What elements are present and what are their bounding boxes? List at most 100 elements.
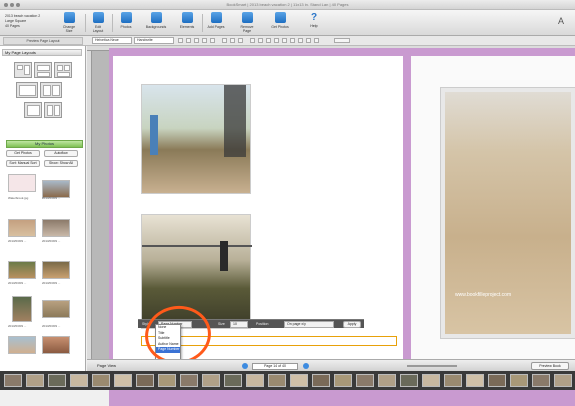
layout-thumbnail[interactable] (14, 62, 32, 78)
autoflow-button[interactable]: Autoflow (44, 150, 78, 157)
size-select[interactable]: 10 (230, 321, 248, 328)
more-format-button[interactable] (290, 38, 295, 43)
filmstrip-thumbnail[interactable] (26, 374, 44, 387)
filmstrip-thumbnail[interactable] (202, 374, 220, 387)
filmstrip-thumbnail[interactable] (290, 374, 308, 387)
photo-thumbnail[interactable] (8, 261, 36, 279)
text-color-button[interactable] (210, 38, 215, 43)
beach-photo-frame[interactable]: www.bookfilleproject.com (440, 87, 575, 339)
list-button[interactable] (258, 38, 263, 43)
filmstrip-thumbnail[interactable] (158, 374, 176, 387)
photo-thumbnail[interactable] (12, 296, 32, 322)
layout-thumbnail[interactable] (40, 82, 62, 98)
filmstrip-thumbnail[interactable] (400, 374, 418, 387)
filmstrip-thumbnail[interactable] (246, 374, 264, 387)
add-pages-button[interactable]: Add Pages (207, 12, 225, 29)
filmstrip-thumbnail[interactable] (92, 374, 110, 387)
underline-button[interactable] (202, 38, 207, 43)
photo-frame-top[interactable] (141, 84, 251, 194)
remove-page-button[interactable]: Remove Page (236, 12, 258, 33)
photo-thumbnail[interactable] (8, 336, 36, 354)
filmstrip-thumbnail[interactable] (488, 374, 506, 387)
preview-book-button[interactable]: Preview Book (531, 362, 569, 370)
layout-thumbnail[interactable] (54, 62, 72, 78)
photo-caption: 2013/03/09 ... (42, 196, 61, 200)
page-navigation-bar: Page View Page 14 of 40 Preview Book (87, 359, 575, 371)
filmstrip-thumbnail[interactable] (312, 374, 330, 387)
filmstrip-thumbnail[interactable] (466, 374, 484, 387)
layout-thumbnail[interactable] (44, 102, 62, 118)
filmstrip-thumbnail[interactable] (48, 374, 66, 387)
get-photos-sidebar-button[interactable]: Get Photos (6, 150, 40, 157)
more-format-button[interactable] (306, 38, 311, 43)
filmstrip-thumbnail[interactable] (268, 374, 286, 387)
filmstrip-thumbnail[interactable] (444, 374, 462, 387)
filmstrip-thumbnail[interactable] (180, 374, 198, 387)
text-size-icon[interactable]: A (558, 16, 568, 26)
photo-thumbnail[interactable] (8, 174, 36, 192)
filmstrip-thumbnail[interactable] (114, 374, 132, 387)
layout-thumbnail[interactable] (16, 82, 38, 98)
change-size-button[interactable]: Change Size (60, 12, 78, 33)
sort-select[interactable]: Sort: Manual Sort (6, 160, 40, 167)
title-bar: BookSmart | 2013 beach vacation 2 | 11x1… (0, 0, 575, 10)
layout-thumbnail[interactable] (34, 62, 52, 78)
edit-layout-button[interactable]: Edit Layout (90, 12, 106, 33)
filmstrip-thumbnail[interactable] (334, 374, 352, 387)
filmstrip-thumbnail[interactable] (378, 374, 396, 387)
main-toolbar: 2013 beach vacation 2 Large Square 40 Pa… (0, 10, 575, 36)
filmstrip-thumbnail[interactable] (224, 374, 242, 387)
backgrounds-button[interactable]: Backgrounds (145, 12, 167, 29)
indent-button[interactable] (274, 38, 279, 43)
photo-thumbnail[interactable] (8, 219, 36, 237)
filmstrip-thumbnail[interactable] (554, 374, 572, 387)
line-spacing-button[interactable] (250, 38, 255, 43)
bold-button[interactable] (186, 38, 191, 43)
layout-thumbnail[interactable] (24, 102, 42, 118)
photo-thumbnail[interactable] (42, 219, 70, 237)
more-format-button[interactable] (298, 38, 303, 43)
toolbar-divider (202, 14, 203, 32)
photo-thumbnail[interactable] (42, 336, 70, 354)
font-style-select[interactable]: Handwrite (134, 37, 174, 44)
page-select[interactable]: Page 14 of 40 (252, 363, 298, 370)
align-center-button[interactable] (230, 38, 235, 43)
fence-post (220, 241, 228, 271)
apply-button[interactable]: Apply (343, 321, 361, 328)
filmstrip-thumbnail[interactable] (136, 374, 154, 387)
photo-thumbnail[interactable] (42, 261, 70, 279)
spellcheck-button[interactable] (282, 38, 287, 43)
elements-button[interactable]: Elements (178, 12, 196, 29)
preview-layout-button[interactable]: Preview Page Layout (3, 37, 83, 45)
right-page[interactable]: www.bookfilleproject.com (411, 56, 575, 361)
layouts-panel-header[interactable]: My Page Layouts (2, 49, 82, 56)
filmstrip-thumbnail[interactable] (532, 374, 550, 387)
help-button[interactable]: ? Help (307, 12, 321, 28)
align-left-button[interactable] (222, 38, 227, 43)
filmstrip-thumbnail[interactable] (356, 374, 374, 387)
book-icon (63, 12, 75, 23)
filmstrip-thumbnail[interactable] (510, 374, 528, 387)
position-select[interactable]: On page x/y (284, 321, 334, 328)
get-photos-button[interactable]: Get Photos (270, 12, 290, 29)
font-family-select[interactable]: Helvetica Neue (92, 37, 132, 44)
project-pages: 40 Pages (5, 24, 20, 28)
my-photos-header[interactable]: My Photos (6, 140, 83, 148)
more-format-button[interactable] (314, 38, 319, 43)
font-size-button[interactable] (178, 38, 183, 43)
next-page-icon[interactable] (303, 363, 309, 369)
align-right-button[interactable] (238, 38, 243, 43)
filmstrip-thumbnail[interactable] (70, 374, 88, 387)
text-options-button[interactable] (334, 38, 350, 43)
page-filmstrip (0, 371, 575, 390)
show-select[interactable]: Show: Show All (44, 160, 78, 167)
zoom-slider[interactable] (407, 365, 457, 367)
indent-button[interactable] (266, 38, 271, 43)
add-page-icon (210, 12, 222, 23)
italic-button[interactable] (194, 38, 199, 43)
filmstrip-thumbnail[interactable] (422, 374, 440, 387)
photos-button[interactable]: Photos (118, 12, 134, 29)
previous-page-icon[interactable] (242, 363, 248, 369)
photo-thumbnail[interactable] (42, 300, 70, 318)
filmstrip-thumbnail[interactable] (4, 374, 22, 387)
